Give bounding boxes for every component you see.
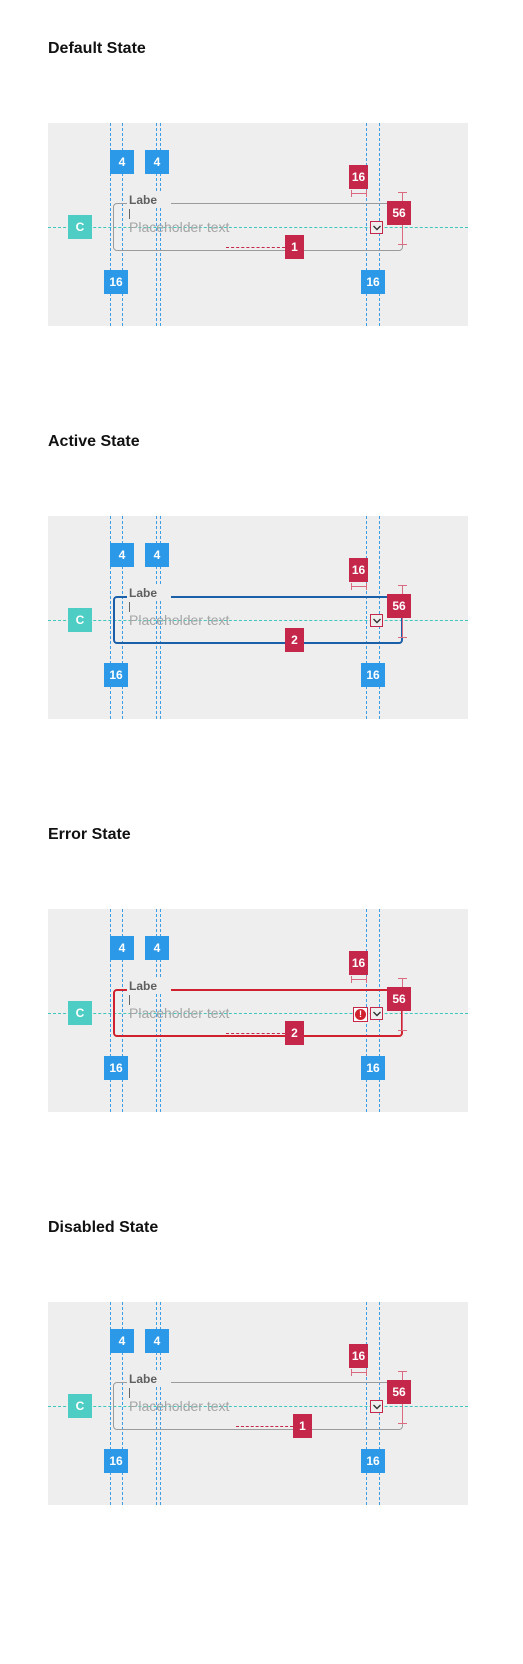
icon-spacing-measure (351, 193, 367, 194)
field-placeholder: Placeholder text (129, 612, 230, 628)
measure-tick (366, 583, 367, 590)
text-caret (129, 995, 130, 1005)
padding-right-badge: 16 (361, 270, 385, 294)
section-title: Active State (48, 433, 140, 450)
chevron-down-icon[interactable] (370, 614, 383, 627)
icon-spacing-badge: 16 (349, 1344, 368, 1368)
text-caret (129, 602, 130, 612)
spec-canvas: Labe Placeholder text 4 4 16 16 C 16 56 2 (48, 516, 468, 719)
chevron-down-icon[interactable] (370, 1007, 383, 1020)
measure-tick (398, 244, 407, 245)
padding-left-badge: 16 (104, 270, 128, 294)
field-placeholder: Placeholder text (129, 219, 230, 235)
field-label: Labe (129, 1372, 158, 1386)
label-spacing-right-badge: 4 (145, 543, 169, 567)
chevron-down-icon[interactable] (370, 1400, 383, 1413)
icon-spacing-badge: 16 (349, 951, 368, 975)
callout-leader-line (226, 1033, 285, 1034)
state-section-active: Active State Labe Placeholder text 4 4 16 16 C 1… (0, 393, 523, 786)
label-spacing-right-badge: 4 (145, 150, 169, 174)
text-caret (129, 209, 130, 219)
field-label: Labe (129, 586, 158, 600)
center-marker-badge: C (68, 608, 92, 632)
height-badge: 56 (387, 987, 411, 1011)
spec-canvas: Labe Placeholder text 4 4 16 16 C 16 56 1 (48, 123, 468, 326)
spec-canvas: Labe Placeholder text! 4 4 16 16 C 16 56 2 (48, 909, 468, 1112)
padding-left-badge: 16 (104, 1449, 128, 1473)
chevron-down-icon[interactable] (370, 221, 383, 234)
state-callout-badge: 2 (285, 1021, 304, 1045)
field-placeholder: Placeholder text (129, 1398, 230, 1414)
padding-left-badge: 16 (104, 1056, 128, 1080)
state-section-disabled: Disabled State Labe Placeholder text 4 4 16 16… (0, 1179, 523, 1572)
measure-tick (366, 190, 367, 197)
padding-right-badge: 16 (361, 1449, 385, 1473)
error-icon: ! (353, 1007, 368, 1022)
icon-spacing-measure (351, 979, 367, 980)
measure-tick (398, 1030, 407, 1031)
spec-canvas: Labe Placeholder text 4 4 16 16 C 16 56 1 (48, 1302, 468, 1505)
measure-tick (398, 1423, 407, 1424)
height-badge: 56 (387, 594, 411, 618)
icon-spacing-badge: 16 (349, 165, 368, 189)
measure-tick (398, 637, 407, 638)
measure-tick (398, 192, 407, 193)
center-marker-badge: C (68, 215, 92, 239)
state-callout-badge: 1 (293, 1414, 312, 1438)
height-badge: 56 (387, 201, 411, 225)
measure-tick (351, 976, 352, 983)
section-title: Disabled State (48, 1219, 159, 1236)
callout-leader-line (226, 247, 285, 248)
state-section-default: Default State Labe Placeholder text 4 4 16 16 C… (0, 0, 523, 393)
measure-tick (351, 583, 352, 590)
section-title: Default State (48, 40, 146, 57)
padding-right-badge: 16 (361, 1056, 385, 1080)
label-spacing-left-badge: 4 (110, 936, 134, 960)
label-spacing-left-badge: 4 (110, 543, 134, 567)
padding-left-badge: 16 (104, 663, 128, 687)
label-spacing-right-badge: 4 (145, 936, 169, 960)
center-marker-badge: C (68, 1001, 92, 1025)
measure-tick (398, 585, 407, 586)
padding-right-badge: 16 (361, 663, 385, 687)
icon-spacing-measure (351, 586, 367, 587)
field-placeholder: Placeholder text (129, 1005, 230, 1021)
measure-tick (398, 1371, 407, 1372)
center-marker-badge: C (68, 1394, 92, 1418)
section-title: Error State (48, 826, 131, 843)
callout-leader-line (236, 1426, 293, 1427)
field-label: Labe (129, 193, 158, 207)
measure-tick (366, 976, 367, 983)
state-section-error: Error State Labe Placeholder text! 4 4 16 16 C 1… (0, 786, 523, 1179)
state-callout-badge: 2 (285, 628, 304, 652)
measure-tick (398, 978, 407, 979)
error-glyph: ! (355, 1009, 366, 1020)
label-spacing-left-badge: 4 (110, 150, 134, 174)
state-callout-badge: 1 (285, 235, 304, 259)
height-badge: 56 (387, 1380, 411, 1404)
icon-spacing-measure (351, 1372, 367, 1373)
measure-tick (351, 190, 352, 197)
measure-tick (366, 1369, 367, 1376)
label-spacing-right-badge: 4 (145, 1329, 169, 1353)
icon-spacing-badge: 16 (349, 558, 368, 582)
label-spacing-left-badge: 4 (110, 1329, 134, 1353)
field-label: Labe (129, 979, 158, 993)
measure-tick (351, 1369, 352, 1376)
text-caret (129, 1388, 130, 1398)
